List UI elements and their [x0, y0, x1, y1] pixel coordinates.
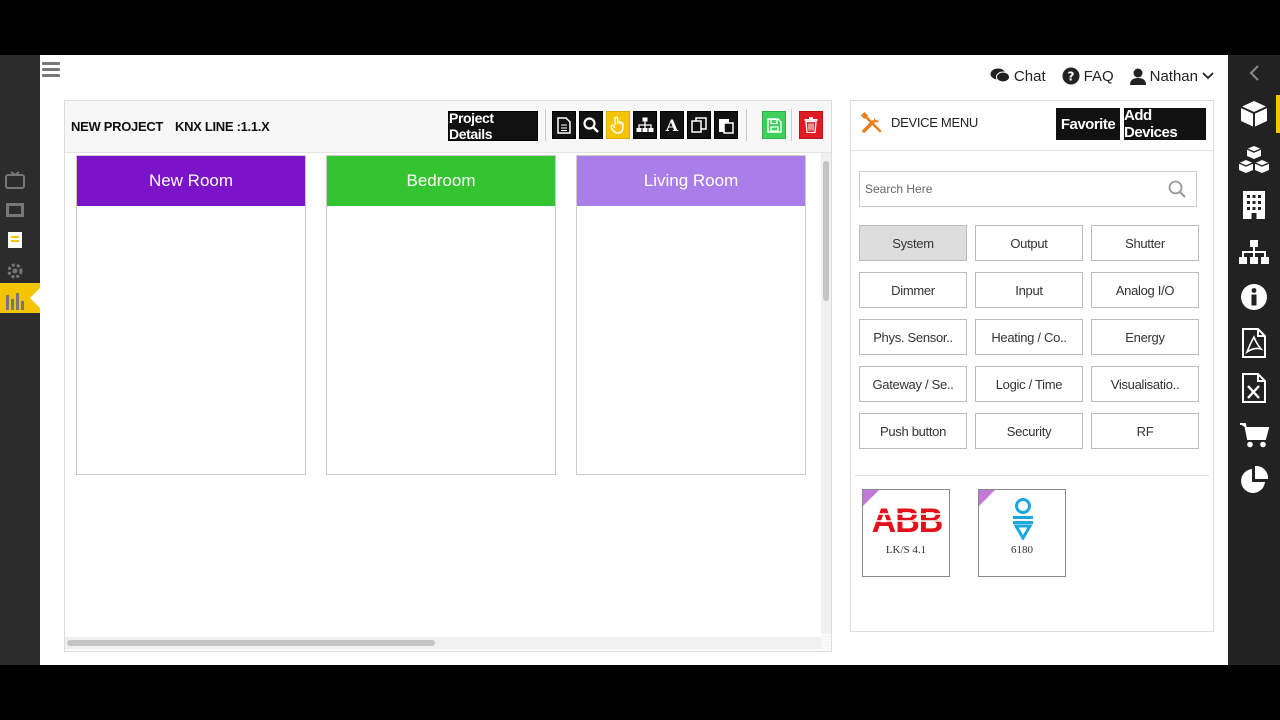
room-card[interactable]: New Room	[76, 155, 306, 475]
project-toolbar: NEW PROJECT KNX LINE :1.1.X Project Deta…	[65, 101, 831, 153]
user-menu[interactable]: Nathan	[1129, 67, 1214, 85]
category-logic-time[interactable]: Logic / Time	[975, 366, 1083, 402]
category-gateway[interactable]: Gateway / Se..	[859, 366, 967, 402]
cubes-icon[interactable]	[1238, 144, 1270, 176]
category-input[interactable]: Input	[975, 272, 1083, 308]
rooms-canvas: New Room Bedroom Living Room	[65, 153, 821, 637]
device-card-6180[interactable]: 6180	[978, 489, 1066, 577]
abb-logo: ABB	[869, 504, 945, 536]
project-details-button[interactable]: Project Details	[448, 110, 538, 142]
vertical-scroll-thumb[interactable]	[823, 161, 829, 301]
pie-chart-icon[interactable]	[1238, 464, 1270, 496]
brand-logo-icon	[1013, 498, 1033, 540]
search-icon[interactable]	[579, 111, 603, 139]
hand-pointer-icon[interactable]	[606, 111, 630, 139]
tools-icon	[860, 111, 883, 134]
horizontal-scrollbar[interactable]	[65, 637, 821, 649]
category-output[interactable]: Output	[975, 225, 1083, 261]
category-push-button[interactable]: Push button	[859, 413, 967, 449]
chevron-down-icon	[1202, 72, 1214, 80]
app-window: Chat ? FAQ Nathan NEW PROJECT KNX LINE :…	[0, 0, 1280, 720]
svg-text:?: ?	[1067, 70, 1074, 84]
category-security[interactable]: Security	[975, 413, 1083, 449]
faq-label: FAQ	[1083, 67, 1114, 85]
user-icon	[1129, 68, 1146, 85]
info-icon[interactable]	[1238, 281, 1270, 313]
device-model: LK/S 4.1	[885, 544, 927, 556]
knx-line-label: KNX LINE :1.1.X	[175, 119, 270, 134]
hamburger-menu-icon[interactable]	[42, 62, 60, 78]
chat-icon	[990, 68, 1010, 83]
bar-chart-icon[interactable]	[4, 291, 26, 313]
gear-icon[interactable]	[4, 262, 26, 284]
chat-label: Chat	[1013, 67, 1046, 85]
save-icon[interactable]	[762, 111, 786, 139]
device-card-abb[interactable]: ABB LK/S 4.1	[862, 489, 950, 577]
sitemap-icon[interactable]	[633, 111, 657, 139]
question-circle-icon: ?	[1062, 67, 1080, 85]
category-energy[interactable]: Energy	[1091, 319, 1199, 355]
trash-icon[interactable]	[799, 111, 823, 139]
favorite-button[interactable]: Favorite	[1056, 108, 1120, 140]
device-model: 6180	[1011, 544, 1033, 556]
room-card[interactable]: Bedroom	[326, 155, 556, 475]
file-text-icon[interactable]	[552, 111, 576, 139]
chat-link[interactable]: Chat	[990, 68, 1046, 85]
category-phys-sensor[interactable]: Phys. Sensor..	[859, 319, 967, 355]
device-menu-panel: DEVICE MENU Favorite Add Devices System …	[850, 100, 1214, 632]
sitemap-icon[interactable]	[1238, 236, 1270, 268]
room-title[interactable]: Bedroom	[327, 156, 555, 206]
text-font-icon[interactable]: A	[660, 111, 684, 139]
category-system[interactable]: System	[859, 225, 967, 261]
left-nav-strip	[0, 55, 40, 665]
toolbar-separator	[791, 109, 792, 141]
right-sidebar	[1228, 55, 1280, 665]
svg-text:A: A	[665, 117, 679, 133]
project-name: NEW PROJECT	[71, 119, 164, 134]
toolbar-separator	[545, 109, 546, 141]
abb-logo-text: ABB	[872, 504, 943, 536]
cube-icon[interactable]	[1238, 98, 1270, 130]
film-icon[interactable]	[4, 201, 26, 223]
tv-icon[interactable]	[4, 171, 26, 193]
active-sidebar-indicator	[1276, 95, 1280, 133]
excel-file-icon[interactable]	[1238, 372, 1270, 404]
device-menu-title: DEVICE MENU	[891, 115, 978, 130]
device-menu-divider	[855, 475, 1209, 476]
shopping-cart-icon[interactable]	[1238, 419, 1270, 451]
room-card[interactable]: Living Room	[576, 155, 806, 475]
category-rf[interactable]: RF	[1091, 413, 1199, 449]
category-heating[interactable]: Heating / Co..	[975, 319, 1083, 355]
building-icon[interactable]	[1238, 189, 1270, 221]
category-dimmer[interactable]: Dimmer	[859, 272, 967, 308]
vertical-scrollbar[interactable]	[821, 153, 831, 633]
faq-link[interactable]: ? FAQ	[1062, 67, 1114, 85]
paste-icon[interactable]	[714, 111, 738, 139]
category-visualisation[interactable]: Visualisatio..	[1091, 366, 1199, 402]
search-icon[interactable]	[1168, 180, 1186, 198]
pdf-file-icon[interactable]	[1238, 327, 1270, 359]
document-icon[interactable]	[4, 231, 26, 253]
room-title[interactable]: New Room	[77, 156, 305, 206]
add-devices-button[interactable]: Add Devices	[1124, 107, 1206, 141]
device-search-input[interactable]	[860, 172, 1150, 206]
user-name: Nathan	[1149, 67, 1198, 85]
copy-icon[interactable]	[687, 111, 711, 139]
room-title[interactable]: Living Room	[577, 156, 805, 206]
device-card-corner	[979, 490, 995, 506]
collapse-chevron-left-icon[interactable]	[1238, 59, 1270, 87]
project-panel: NEW PROJECT KNX LINE :1.1.X Project Deta…	[64, 100, 832, 652]
category-analog-io[interactable]: Analog I/O	[1091, 272, 1199, 308]
main-area: Chat ? FAQ Nathan NEW PROJECT KNX LINE :…	[40, 55, 1228, 665]
toolbar-separator	[746, 109, 747, 141]
device-menu-header: DEVICE MENU Favorite Add Devices	[851, 101, 1213, 151]
category-shutter[interactable]: Shutter	[1091, 225, 1199, 261]
horizontal-scroll-thumb[interactable]	[67, 640, 435, 646]
device-search-box	[859, 171, 1197, 207]
top-nav: Chat ? FAQ Nathan	[990, 67, 1214, 85]
